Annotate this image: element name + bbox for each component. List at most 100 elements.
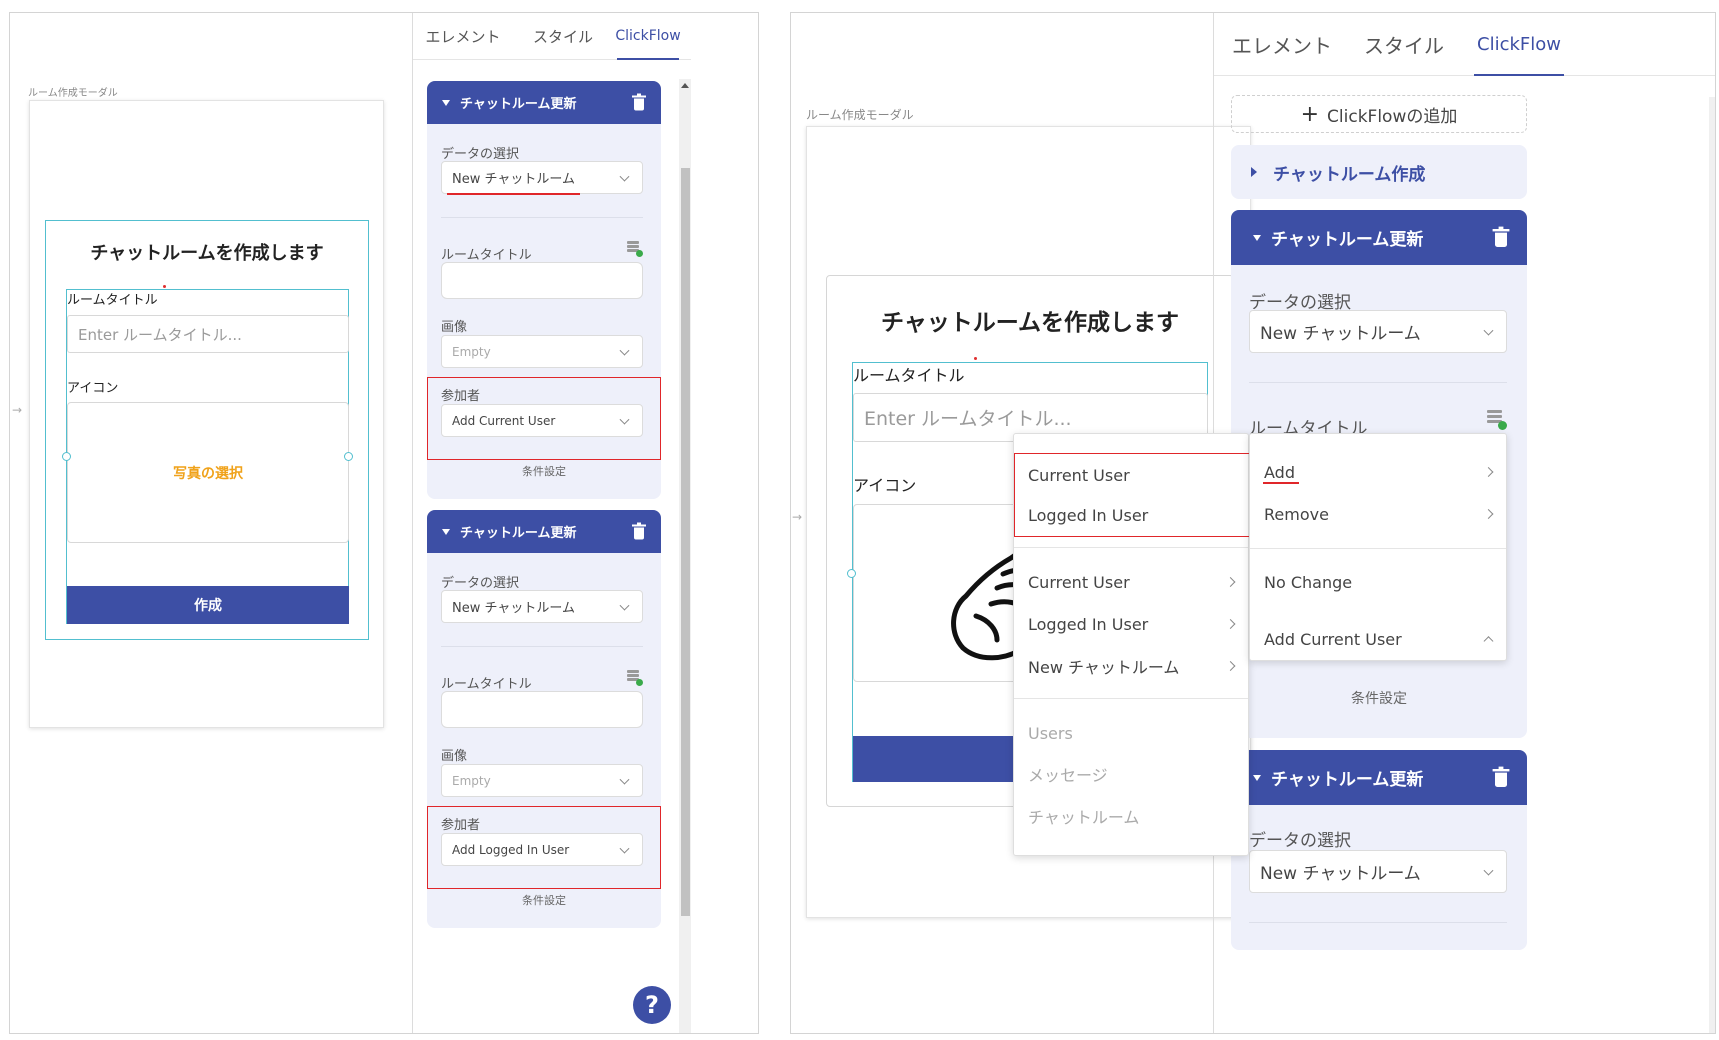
room-title-label: ルームタイトル (853, 366, 965, 385)
modal-title: チャットルームを作成します (880, 310, 1180, 336)
data-select[interactable]: New チャットルーム (441, 590, 643, 623)
trash-icon[interactable] (632, 522, 646, 539)
chevron-down-icon (619, 774, 630, 785)
scrollbar-track[interactable] (1709, 97, 1715, 1033)
image-label: 画像 (441, 749, 468, 764)
image-select-value: Empty (452, 344, 491, 359)
trash-icon[interactable] (1492, 766, 1510, 787)
data-select[interactable]: New チャットルーム (441, 161, 643, 194)
scroll-up-icon[interactable] (681, 83, 689, 88)
room-title-field[interactable] (441, 262, 643, 299)
photo-select[interactable]: 写真の選択 (67, 402, 349, 543)
tab-element[interactable]: エレメント (413, 13, 513, 59)
modal-card: チャットルームを作成します ルームタイトル Enter ルームタイトル... ア… (45, 220, 369, 640)
divider (1249, 922, 1507, 923)
flow-card: チャットルーム更新 データの選択 New チャットルーム ルームタイトル 画像 … (427, 510, 661, 928)
menu-item-logged-in-user[interactable]: Logged In User (1014, 496, 1248, 534)
participants-select[interactable]: Add Current User (441, 404, 643, 437)
menu-item-add-current-user[interactable]: Add Current User (1250, 620, 1506, 658)
menu-item-current-user-sub[interactable]: Current User (1014, 562, 1248, 602)
tab-clickflow[interactable]: ClickFlow (1474, 13, 1564, 76)
caret-down-icon (1253, 774, 1261, 781)
flow-card-title: チャットルーム更新 (460, 526, 577, 541)
condition-settings[interactable]: 条件設定 (427, 463, 661, 479)
data-select-value: New チャットルーム (1260, 324, 1421, 344)
flow-card-title: チャットルーム作成 (1273, 164, 1426, 185)
chevron-right-icon (1225, 661, 1236, 671)
image-select[interactable]: Empty (441, 764, 643, 797)
create-button[interactable]: 作成 (67, 586, 349, 624)
data-add-icon[interactable] (1487, 410, 1507, 430)
menu-item-add[interactable]: Add (1250, 452, 1506, 492)
menu-item-no-change[interactable]: No Change (1250, 562, 1506, 602)
data-add-icon[interactable] (627, 241, 643, 257)
data-select-label: データの選択 (441, 576, 520, 591)
right-screenshot: ルーム作成モーダル → チャットルームを作成します ルームタイトル Enter … (790, 12, 1716, 1034)
chevron-right-icon (1225, 577, 1236, 587)
data-select-value: New チャットルーム (452, 172, 575, 187)
caret-down-icon (1253, 234, 1261, 241)
icon-label: アイコン (67, 381, 119, 396)
resize-handle-left[interactable] (62, 452, 71, 461)
data-select-value: New チャットルーム (452, 601, 575, 616)
modal-title: チャットルームを作成します (90, 243, 324, 264)
menu-item-remove[interactable]: Remove (1250, 494, 1506, 534)
modal-frame: チャットルームを作成します ルームタイトル Enter ルームタイトル... ア… (29, 100, 384, 728)
menu-item-label: Add (1264, 462, 1295, 482)
add-clickflow-label: ClickFlowの追加 (1327, 106, 1458, 127)
data-add-icon[interactable] (627, 670, 643, 686)
condition-settings[interactable]: 条件設定 (1231, 688, 1527, 708)
resize-handle-left[interactable] (847, 569, 856, 578)
menu-item-label: Remove (1264, 504, 1329, 524)
menu-item-messages: メッセージ (1028, 766, 1108, 785)
chevron-down-icon (619, 600, 630, 611)
image-select[interactable]: Empty (441, 335, 643, 368)
plus-icon: + (1300, 101, 1320, 127)
caret-right-icon (1251, 167, 1257, 177)
chevron-down-icon (619, 345, 630, 356)
tab-element[interactable]: エレメント (1214, 13, 1350, 75)
data-select-value: New チャットルーム (1260, 864, 1421, 884)
scrollbar-thumb[interactable] (681, 168, 690, 916)
flow-card-header[interactable]: チャットルーム更新 (1231, 210, 1527, 265)
room-title-label: ルームタイトル (441, 677, 532, 692)
participants-label: 参加者 (441, 818, 481, 833)
room-title-input[interactable]: Enter ルームタイトル... (67, 315, 349, 353)
trash-icon[interactable] (632, 93, 646, 110)
room-title-field[interactable] (441, 691, 643, 728)
flow-card-title: チャットルーム更新 (1271, 230, 1424, 250)
flow-card-header[interactable]: チャットルーム更新 (427, 510, 661, 553)
caret-down-icon (442, 99, 450, 106)
chevron-up-icon (1483, 636, 1494, 647)
participants-select[interactable]: Add Logged In User (441, 833, 643, 866)
menu-item-logged-in-user-sub[interactable]: Logged In User (1014, 604, 1248, 644)
flow-card-collapsed[interactable]: チャットルーム作成 (1231, 145, 1527, 199)
red-underline (447, 193, 580, 195)
data-select[interactable]: New チャットルーム (1249, 310, 1507, 353)
menu-item-users: Users (1028, 723, 1073, 743)
flow-arrow-icon: → (792, 510, 803, 524)
data-select[interactable]: New チャットルーム (1249, 850, 1507, 893)
tab-clickflow[interactable]: ClickFlow (615, 13, 681, 60)
menu-item-new-chatroom[interactable]: New チャットルーム (1014, 646, 1248, 686)
add-clickflow-button[interactable]: + ClickFlowの追加 (1231, 95, 1527, 133)
canvas-label: ルーム作成モーダル (28, 88, 118, 99)
resize-handle-right[interactable] (344, 452, 353, 461)
flow-card-header[interactable]: チャットルーム更新 (1231, 750, 1527, 805)
divider (441, 646, 643, 647)
tab-style[interactable]: スタイル (1350, 13, 1458, 75)
panel-tabs: エレメント スタイル ClickFlow (1214, 13, 1715, 76)
trash-icon[interactable] (1492, 226, 1510, 247)
condition-settings[interactable]: 条件設定 (427, 892, 661, 908)
help-button[interactable]: ? (633, 986, 671, 1024)
tab-style[interactable]: スタイル (513, 13, 613, 59)
flow-card-title: チャットルーム更新 (1271, 770, 1424, 790)
panel-tabs: エレメント スタイル ClickFlow (413, 13, 691, 60)
menu-item-label: Current User (1028, 572, 1130, 592)
chevron-right-icon (1225, 619, 1236, 629)
flow-card-header[interactable]: チャットルーム更新 (427, 81, 661, 124)
menu-divider (1014, 698, 1248, 699)
menu-item-label: Logged In User (1028, 614, 1149, 634)
participants-select-value: Add Logged In User (452, 842, 570, 857)
menu-item-current-user[interactable]: Current User (1014, 456, 1248, 494)
